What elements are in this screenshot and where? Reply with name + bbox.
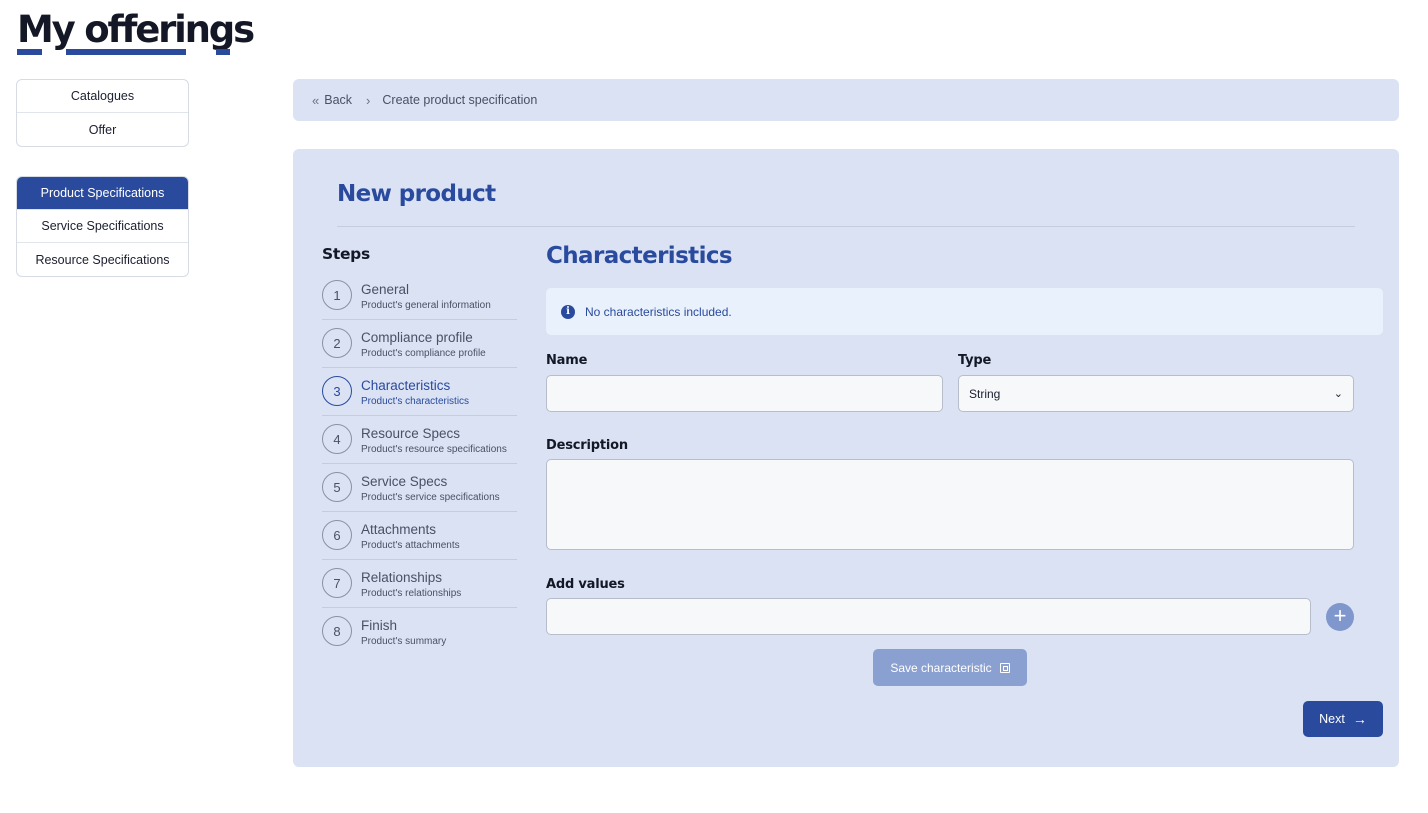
plus-icon: + — [1333, 603, 1347, 628]
step-number: 6 — [322, 520, 352, 550]
breadcrumb-current: Create product specification — [382, 93, 538, 107]
app-title: My offerings — [17, 8, 255, 58]
step-resource-specs[interactable]: 4 Resource Specs Product's resource spec… — [322, 416, 517, 464]
add-values-label: Add values — [546, 577, 625, 592]
save-characteristic-button[interactable]: Save characteristic — [873, 649, 1027, 686]
page-title: New product — [337, 181, 496, 207]
app-title-text: My offerings — [17, 8, 255, 51]
create-product-panel: New product Steps 1 General Product's ge… — [293, 149, 1399, 767]
next-label: Next — [1319, 712, 1345, 726]
double-chevron-left-icon: « — [312, 92, 320, 108]
step-number: 3 — [322, 376, 352, 406]
step-characteristics[interactable]: 3 Characteristics Product's characterist… — [322, 368, 517, 416]
save-characteristic-label: Save characteristic — [890, 660, 992, 675]
divider — [337, 226, 1355, 227]
step-number: 5 — [322, 472, 352, 502]
info-message: No characteristics included. — [585, 304, 732, 319]
step-name: Characteristics — [361, 378, 451, 393]
title-underline — [216, 49, 230, 55]
step-name: Relationships — [361, 570, 443, 585]
menu-item-offer[interactable]: Offer — [17, 113, 188, 146]
step-relationships[interactable]: 7 Relationships Product's relationships — [322, 560, 517, 608]
title-underline — [66, 49, 186, 55]
step-general[interactable]: 1 General Product's general information — [322, 272, 517, 320]
step-service-specs[interactable]: 5 Service Specs Product's service specif… — [322, 464, 517, 512]
step-subtitle: Product's characteristics — [361, 396, 470, 407]
step-compliance-profile[interactable]: 2 Compliance profile Product's complianc… — [322, 320, 517, 368]
steps-heading: Steps — [322, 245, 370, 263]
add-values-input[interactable] — [546, 598, 1311, 635]
menu-item-service-specifications[interactable]: Service Specifications — [17, 210, 188, 243]
info-icon: i — [561, 304, 575, 319]
step-subtitle: Product's resource specifications — [361, 444, 507, 455]
menu-item-resource-specifications[interactable]: Resource Specifications — [17, 243, 188, 276]
step-name: Finish — [361, 618, 398, 633]
step-finish[interactable]: 8 Finish Product's summary — [322, 608, 517, 656]
section-title: Characteristics — [546, 243, 733, 269]
title-underline — [17, 49, 42, 55]
next-button[interactable]: Next → — [1303, 701, 1383, 737]
catalogue-menu: Catalogues Offer — [16, 79, 189, 147]
floppy-disk-icon — [999, 662, 1010, 673]
step-number: 2 — [322, 328, 352, 358]
chevron-right-icon: › — [366, 92, 371, 108]
step-number: 1 — [322, 280, 352, 310]
back-button[interactable]: « Back — [312, 93, 352, 108]
step-subtitle: Product's general information — [361, 300, 491, 311]
add-value-button[interactable]: + — [1326, 603, 1354, 631]
type-label: Type — [958, 353, 992, 368]
step-name: Compliance profile — [361, 330, 473, 345]
step-subtitle: Product's attachments — [361, 540, 460, 551]
description-textarea[interactable] — [546, 459, 1354, 550]
step-number: 7 — [322, 568, 352, 598]
name-label: Name — [546, 353, 588, 368]
type-select-value: String — [969, 386, 1001, 401]
step-attachments[interactable]: 6 Attachments Product's attachments — [322, 512, 517, 560]
step-subtitle: Product's compliance profile — [361, 348, 486, 359]
step-number: 4 — [322, 424, 352, 454]
step-name: Resource Specs — [361, 426, 461, 441]
step-subtitle: Product's relationships — [361, 588, 462, 599]
step-name: General — [361, 282, 410, 297]
step-name: Service Specs — [361, 474, 448, 489]
name-input[interactable] — [546, 375, 943, 412]
step-number: 8 — [322, 616, 352, 646]
description-label: Description — [546, 438, 628, 453]
arrow-right-icon: → — [1352, 711, 1367, 727]
specifications-menu: Product Specifications Service Specifica… — [16, 176, 189, 277]
type-select[interactable]: String ⌄ — [958, 375, 1354, 412]
menu-item-product-specifications[interactable]: Product Specifications — [17, 177, 188, 210]
info-alert: i No characteristics included. — [546, 288, 1383, 335]
step-name: Attachments — [361, 522, 437, 537]
breadcrumb: « Back › Create product specification — [293, 79, 1399, 121]
steps-list: 1 General Product's general information … — [322, 272, 517, 656]
menu-item-catalogues[interactable]: Catalogues — [17, 80, 188, 113]
chevron-down-icon: ⌄ — [1333, 388, 1343, 400]
step-subtitle: Product's service specifications — [361, 492, 500, 503]
back-label: Back — [324, 93, 353, 107]
step-subtitle: Product's summary — [361, 636, 447, 647]
